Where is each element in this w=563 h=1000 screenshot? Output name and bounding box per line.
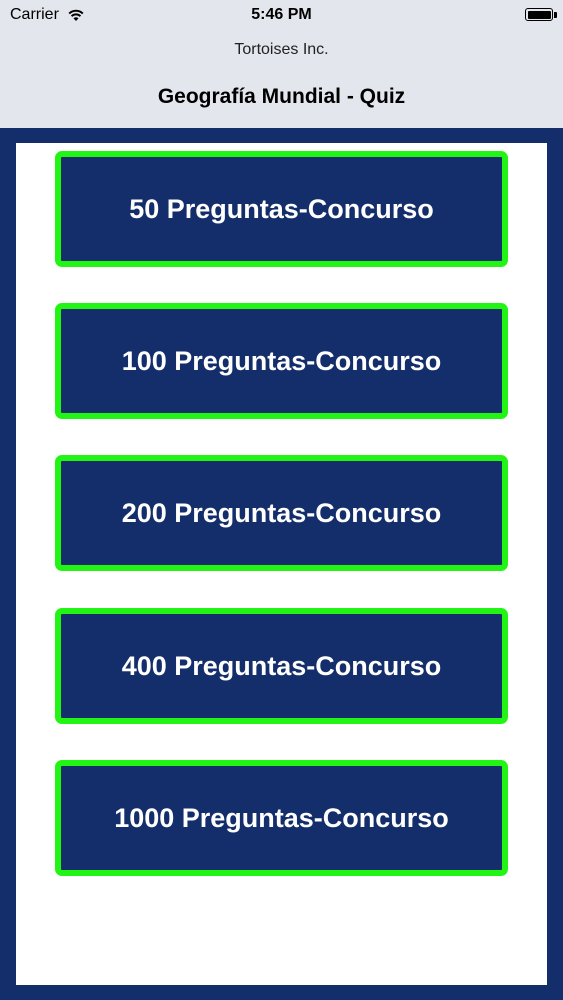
battery-tip <box>554 12 557 18</box>
quiz-100-button[interactable]: 100 Preguntas-Concurso <box>55 303 508 419</box>
navigation-header: Carrier 5:46 PM Tortoises Inc. Geografía… <box>0 0 563 128</box>
battery-icon <box>525 8 553 21</box>
quiz-50-button[interactable]: 50 Preguntas-Concurso <box>55 151 508 267</box>
page-title: Geografía Mundial - Quiz <box>157 85 406 108</box>
quiz-1000-button[interactable]: 1000 Preguntas-Concurso <box>55 760 508 876</box>
developer-name: Tortoises Inc. <box>234 41 329 58</box>
quiz-200-button[interactable]: 200 Preguntas-Concurso <box>55 455 508 571</box>
status-bar: Carrier 5:46 PM <box>0 0 563 30</box>
quiz-400-button[interactable]: 400 Preguntas-Concurso <box>55 608 508 724</box>
clock: 5:46 PM <box>251 6 312 23</box>
